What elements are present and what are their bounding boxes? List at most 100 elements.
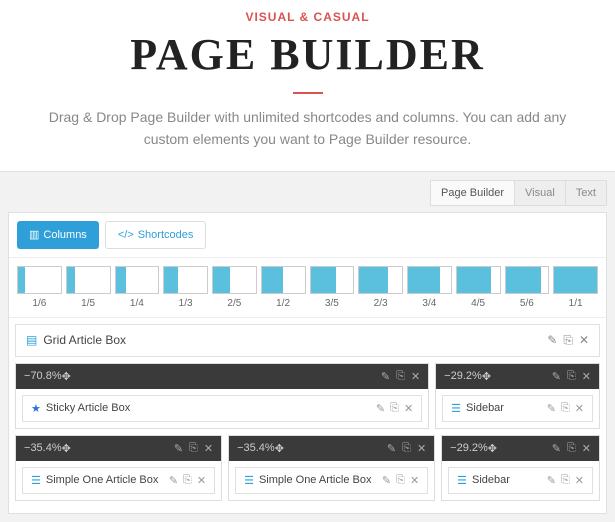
page-title: PAGE BUILDER [20,29,595,80]
sticky-article-widget[interactable]: ★ Sticky Article Box ✎ ⎘ ✕ [22,395,422,422]
edit-icon[interactable]: ✎ [547,333,557,348]
edit-icon[interactable]: ✎ [547,402,556,415]
sidebar-widget[interactable]: ☰ Sidebar ✎ ⎘ ✕ [448,467,593,494]
shortcodes-label: Shortcodes [138,229,194,241]
edit-icon[interactable]: ✎ [376,402,385,415]
kicker-text: VISUAL & CASUAL [20,10,595,24]
close-icon[interactable]: ✕ [410,474,419,487]
tab-text[interactable]: Text [565,180,607,206]
close-icon[interactable]: ✕ [197,474,206,487]
row-header[interactable]: − 29.2% ✥ ✎ ⎘ ✕ [436,364,599,389]
col-3-5[interactable]: 3/5 [310,266,355,309]
builder-panel: Page Builder Visual Text ▥ Columns </> S… [0,171,615,522]
move-icon[interactable]: ✥ [482,370,491,383]
col-5-6[interactable]: 5/6 [505,266,550,309]
widget-label: Sticky Article Box [46,402,130,414]
row-col-29: − 29.2% ✥ ✎ ⎘ ✕ ☰ Sidebar [435,363,600,429]
copy-icon[interactable]: ⎘ [402,442,411,455]
row-header[interactable]: − 35.4% ✥ ✎ ⎘ ✕ [16,436,221,461]
close-icon[interactable]: ✕ [582,370,591,383]
edit-icon[interactable]: ✎ [169,474,178,487]
row-width-label: 29.2% [451,370,482,382]
row-col-70: − 70.8% ✥ ✎ ⎘ ✕ ★ Sticky Article Box [15,363,429,429]
columns-icon: ▥ [29,228,39,241]
row-col-35a: − 35.4% ✥ ✎ ⎘ ✕ ☰ Simple One Article Box [15,435,222,501]
editor-tabs: Page Builder Visual Text [8,180,607,206]
close-icon[interactable]: ✕ [575,474,584,487]
copy-icon[interactable]: ⎘ [183,474,192,487]
col-1-1[interactable]: 1/1 [553,266,598,309]
col-2-3[interactable]: 2/3 [358,266,403,309]
col-1-5[interactable]: 1/5 [66,266,111,309]
columns-button[interactable]: ▥ Columns [17,221,99,249]
copy-icon[interactable]: ⎘ [567,442,576,455]
title-divider [293,92,323,94]
copy-icon[interactable]: ⎘ [561,474,570,487]
copy-icon[interactable]: ⎘ [189,442,198,455]
copy-icon[interactable]: ⎘ [561,402,570,415]
edit-icon[interactable]: ✎ [552,442,561,455]
edit-icon[interactable]: ✎ [547,474,556,487]
shortcodes-button[interactable]: </> Shortcodes [105,221,207,249]
widget-label: Simple One Article Box [46,474,159,486]
col-4-5[interactable]: 4/5 [456,266,501,309]
copy-icon[interactable]: ⎘ [390,402,399,415]
grid-article-widget[interactable]: ▤ Grid Article Box ✎ ⎘ ✕ [16,325,599,356]
edit-icon[interactable]: ✎ [387,442,396,455]
col-1-2[interactable]: 1/2 [261,266,306,309]
row-col-29b: − 29.2% ✥ ✎ ⎘ ✕ ☰ Sidebar [441,435,600,501]
edit-icon[interactable]: ✎ [381,370,390,383]
move-icon[interactable]: ✥ [275,442,284,455]
tab-page-builder[interactable]: Page Builder [430,180,515,206]
close-icon[interactable]: ✕ [575,402,584,415]
columns-label: Columns [43,229,86,241]
edit-icon[interactable]: ✎ [174,442,183,455]
col-1-4[interactable]: 1/4 [115,266,160,309]
row-header[interactable]: − 70.8% ✥ ✎ ⎘ ✕ [16,364,428,389]
copy-icon[interactable]: ⎘ [396,474,405,487]
edit-icon[interactable]: ✎ [382,474,391,487]
row-group-2: − 35.4% ✥ ✎ ⎘ ✕ ☰ Simple One Article Box [15,435,600,501]
col-1-6[interactable]: 1/6 [17,266,62,309]
move-icon[interactable]: ✥ [62,442,71,455]
col-2-5[interactable]: 2/5 [212,266,257,309]
simple-article-widget[interactable]: ☰ Simple One Article Box ✎ ⎘ ✕ [22,467,215,494]
simple-article-widget[interactable]: ☰ Simple One Article Box ✎ ⎘ ✕ [235,467,428,494]
widget-label: Sidebar [466,402,504,414]
tab-visual[interactable]: Visual [514,180,566,206]
rows-area: ▤ Grid Article Box ✎ ⎘ ✕ − 70.8% ✥ [9,318,606,513]
move-icon[interactable]: ✥ [62,370,71,383]
close-icon[interactable]: ✕ [411,370,420,383]
col-3-4[interactable]: 3/4 [407,266,452,309]
col-1-3[interactable]: 1/3 [163,266,208,309]
list-icon: ☰ [31,474,41,487]
close-icon[interactable]: ✕ [582,442,591,455]
widget-label: Simple One Article Box [259,474,372,486]
column-options: 1/6 1/5 1/4 1/3 2/5 1/2 3/5 2/3 3/4 4/5 … [9,258,606,318]
edit-icon[interactable]: ✎ [552,370,561,383]
row-col-35b: − 35.4% ✥ ✎ ⎘ ✕ ☰ Simple One Article Box [228,435,435,501]
row-width-label: 70.8% [30,370,61,382]
list-icon: ☰ [457,474,467,487]
move-icon[interactable]: ✥ [488,442,497,455]
row-width-label: 35.4% [30,442,61,454]
grid-icon: ▤ [26,333,37,347]
copy-icon[interactable]: ⎘ [567,370,576,383]
code-icon: </> [118,229,134,241]
row-width-label: 29.2% [457,442,488,454]
close-icon[interactable]: ✕ [204,442,213,455]
copy-icon[interactable]: ⎘ [563,333,573,348]
row-header[interactable]: − 35.4% ✥ ✎ ⎘ ✕ [229,436,434,461]
builder-toolbar: ▥ Columns </> Shortcodes [9,213,606,258]
list-icon: ☰ [244,474,254,487]
close-icon[interactable]: ✕ [579,333,589,348]
copy-icon[interactable]: ⎘ [396,370,405,383]
close-icon[interactable]: ✕ [404,402,413,415]
close-icon[interactable]: ✕ [417,442,426,455]
widget-row: ▤ Grid Article Box ✎ ⎘ ✕ [15,324,600,357]
list-icon: ☰ [451,402,461,415]
row-width-label: 35.4% [244,442,275,454]
sidebar-widget[interactable]: ☰ Sidebar ✎ ⎘ ✕ [442,395,593,422]
star-icon: ★ [31,402,41,415]
row-header[interactable]: − 29.2% ✥ ✎ ⎘ ✕ [442,436,599,461]
